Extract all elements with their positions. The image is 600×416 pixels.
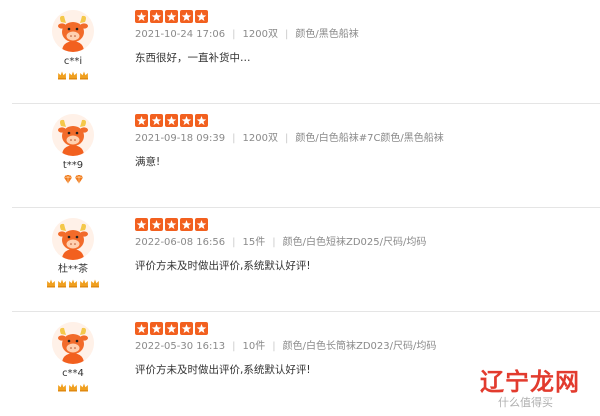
star-icon: [195, 114, 208, 127]
reviewer-info: c**i: [45, 10, 101, 80]
username: c**i: [63, 56, 83, 67]
separator: |: [272, 237, 276, 248]
star-icon: [165, 322, 178, 335]
star-icon: [180, 114, 193, 127]
crown-icon: [58, 71, 66, 80]
crown-icon: [80, 71, 88, 80]
buyer-level-badges: [45, 174, 101, 184]
star-icon: [150, 10, 163, 23]
reviewer-info: c**4: [45, 322, 101, 392]
diamond-icon: [74, 174, 83, 184]
crown-icon: [80, 383, 88, 392]
avatar[interactable]: [52, 114, 94, 156]
username: 杜**茶: [58, 264, 88, 275]
review-meta: 2021-09-18 09:39 | 1200双 | 颜色/白色船袜#7C颜色/黑色船袜: [135, 133, 575, 145]
separator: |: [284, 29, 289, 40]
review-meta: 2022-06-08 16:56 | 15件 | 颜色/白色短袜ZD025/尺码/均码: [135, 237, 575, 249]
username: t**9: [62, 160, 84, 171]
crown-icon: [47, 279, 55, 288]
star-icon: [165, 114, 178, 127]
star-icon: [150, 322, 163, 335]
star-icon: [150, 218, 163, 231]
review-date: 2021-10-24 17:06: [135, 29, 226, 40]
rating-stars: [135, 10, 575, 23]
star-icon: [150, 114, 163, 127]
reviewer-info: 杜**茶: [45, 218, 101, 288]
star-icon: [135, 10, 148, 23]
review-text: 评价方未及时做出评价,系统默认好评!: [135, 260, 311, 272]
buyer-level-badges: [45, 70, 101, 80]
watermark-subtitle: 什么值得买: [498, 396, 553, 409]
star-icon: [195, 322, 208, 335]
crown-icon: [69, 383, 77, 392]
purchase-quantity: 10件: [242, 341, 266, 352]
crown-icon: [58, 383, 66, 392]
buyer-level-badges: [45, 278, 101, 288]
product-variant: 颜色/白色船袜#7C颜色/黑色船袜: [295, 133, 444, 144]
star-icon: [135, 322, 148, 335]
review-item: c**i 2021-10-24 17:06 | 1200双 | 颜色/黑色船袜 东西很好…: [0, 0, 600, 104]
rating-stars: [135, 218, 575, 231]
star-icon: [180, 10, 193, 23]
separator: |: [284, 133, 289, 144]
avatar[interactable]: [52, 322, 94, 364]
review-list: c**i 2021-10-24 17:06 | 1200双 | 颜色/黑色船袜 东西很好…: [0, 0, 600, 415]
review-text: 东西很好，一直补货中…: [135, 52, 251, 64]
crown-icon: [58, 279, 66, 288]
crown-icon: [69, 279, 77, 288]
buyer-level-badges: [45, 382, 101, 392]
purchase-quantity: 1200双: [242, 29, 278, 40]
review-meta: 2022-05-30 16:13 | 10件 | 颜色/白色长筒袜ZD023/尺码/均码: [135, 341, 575, 353]
crown-icon: [80, 279, 88, 288]
star-icon: [135, 218, 148, 231]
separator: |: [232, 133, 236, 144]
review-meta: 2021-10-24 17:06 | 1200双 | 颜色/黑色船袜: [135, 29, 575, 41]
avatar[interactable]: [52, 10, 94, 52]
crown-icon: [69, 71, 77, 80]
review-item: t**9 2021-09-18 09:39 | 1200双 | 颜色/白色船袜#7C颜色…: [0, 104, 600, 208]
review-content: 2021-10-24 17:06 | 1200双 | 颜色/黑色船袜 东西很好，一直补货…: [135, 10, 575, 65]
product-variant: 颜色/黑色船袜: [295, 29, 359, 40]
star-icon: [195, 218, 208, 231]
review-item: 杜**茶 2022-06-08 16:56 | 15件 | 颜色/白色短袜ZD025/尺…: [0, 208, 600, 312]
rating-stars: [135, 114, 575, 127]
site-watermark: 辽宁龙网 什么值得买: [480, 368, 590, 412]
diamond-icon: [63, 174, 72, 184]
avatar[interactable]: [52, 218, 94, 260]
star-icon: [135, 114, 148, 127]
separator: |: [272, 341, 276, 352]
rating-stars: [135, 322, 575, 335]
star-icon: [180, 218, 193, 231]
separator: |: [232, 237, 236, 248]
review-text: 满意!: [135, 156, 161, 168]
review-date: 2022-05-30 16:13: [135, 341, 226, 352]
crown-icon: [91, 279, 99, 288]
star-icon: [195, 10, 208, 23]
product-variant: 颜色/白色短袜ZD025/尺码/均码: [282, 237, 427, 248]
review-content: 2021-09-18 09:39 | 1200双 | 颜色/白色船袜#7C颜色/黑色船袜…: [135, 114, 575, 169]
star-icon: [180, 322, 193, 335]
separator: |: [232, 341, 236, 352]
review-content: 2022-06-08 16:56 | 15件 | 颜色/白色短袜ZD025/尺码/均码 …: [135, 218, 575, 273]
username: c**4: [62, 368, 84, 379]
purchase-quantity: 15件: [242, 237, 266, 248]
reviewer-info: t**9: [45, 114, 101, 184]
star-icon: [165, 218, 178, 231]
watermark-logo: 辽宁龙网: [480, 368, 580, 396]
review-date: 2022-06-08 16:56: [135, 237, 226, 248]
product-variant: 颜色/白色长筒袜ZD023/尺码/均码: [282, 341, 437, 352]
purchase-quantity: 1200双: [242, 133, 278, 144]
star-icon: [165, 10, 178, 23]
separator: |: [232, 29, 236, 40]
review-date: 2021-09-18 09:39: [135, 133, 226, 144]
